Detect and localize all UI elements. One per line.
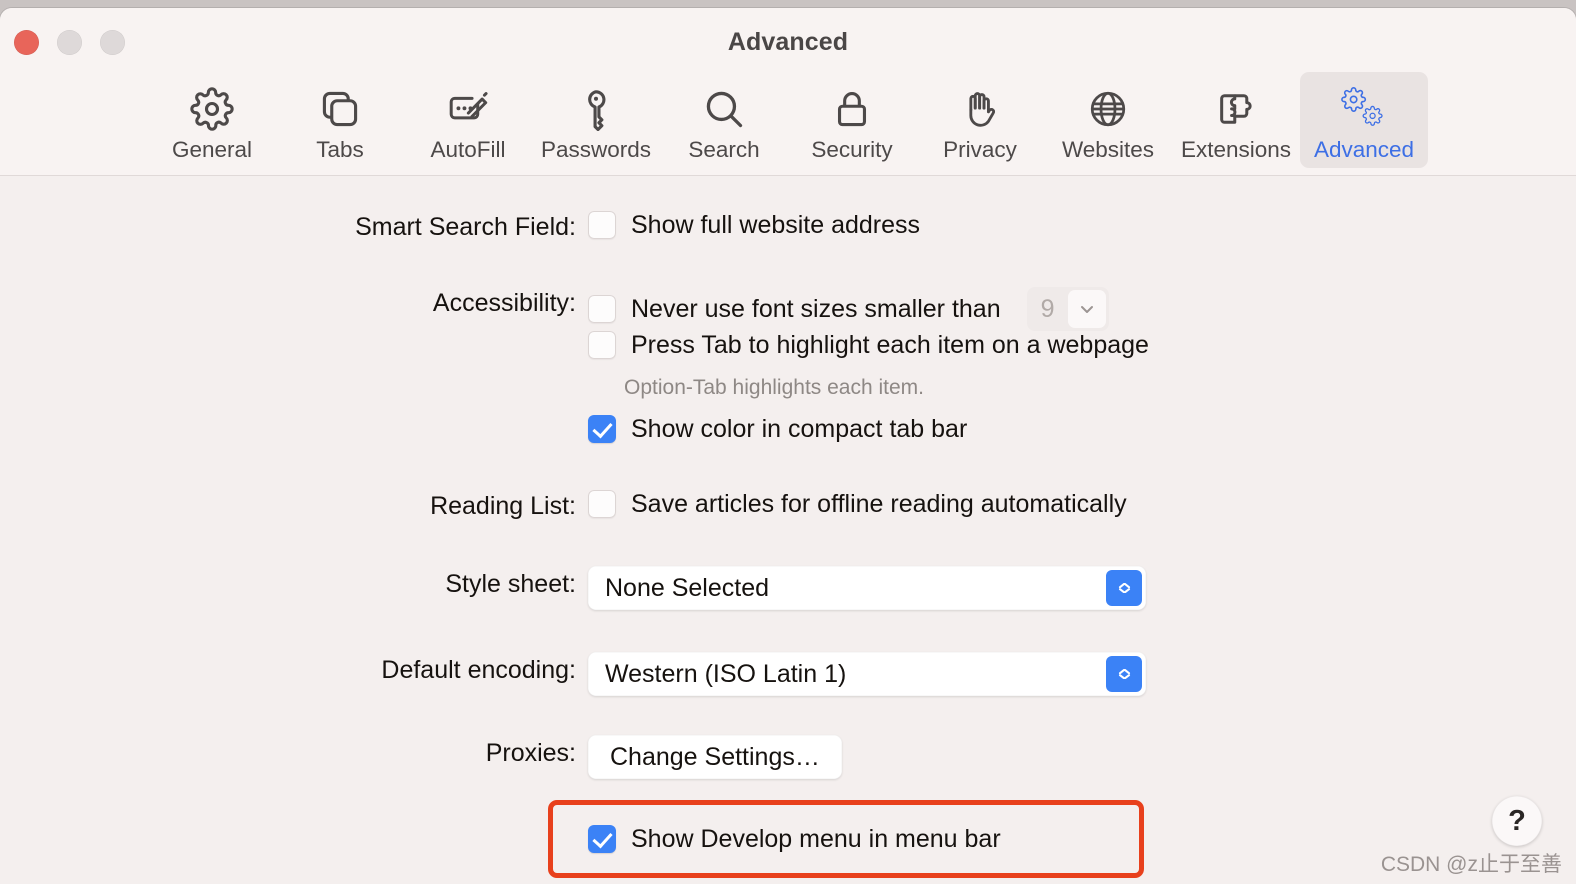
toolbar-item-label: AutoFill (430, 137, 506, 162)
globe-icon (1086, 84, 1130, 134)
toolbar-item-label: Websites (1061, 137, 1155, 162)
smart-search-field-label: Smart Search Field: (355, 213, 576, 241)
advanced-settings-pane: Smart Search Field: Show full website ad… (0, 176, 1576, 884)
never-use-font-sizes-label: Never use font sizes smaller than (631, 295, 1001, 323)
reading-list-label: Reading List: (430, 492, 576, 520)
puzzle-icon (1213, 84, 1259, 134)
press-tab-row: Press Tab to highlight each item on a we… (588, 331, 1149, 359)
save-articles-offline-label: Save articles for offline reading automa… (631, 490, 1127, 518)
toolbar-item-label: Advanced (1313, 137, 1415, 162)
press-tab-highlight-label: Press Tab to highlight each item on a we… (631, 331, 1149, 359)
toolbar-item-label: Security (811, 137, 893, 162)
key-icon (574, 84, 618, 134)
toolbar-item-label: Tabs (316, 137, 364, 162)
toolbar-item-tabs[interactable]: Tabs (276, 72, 404, 168)
toolbar-item-label: General (171, 137, 253, 162)
font-size-row: Never use font sizes smaller than 9 (588, 287, 1109, 331)
develop-menu-row: Show Develop menu in menu bar (588, 825, 1001, 853)
show-develop-menu-checkbox[interactable] (588, 825, 616, 853)
style-sheet-label: Style sheet: (445, 570, 576, 598)
toolbar-item-extensions[interactable]: Extensions (1172, 72, 1300, 168)
change-settings-button[interactable]: Change Settings… (588, 735, 842, 779)
lock-icon (830, 84, 874, 134)
font-size-stepper[interactable]: 9 (1026, 287, 1109, 331)
double-gear-icon (1338, 84, 1390, 134)
proxies-label: Proxies: (485, 739, 576, 767)
toolbar-item-advanced[interactable]: Advanced (1300, 72, 1428, 168)
watermark: CSDN @z止于至善 (1380, 853, 1562, 876)
accessibility-label: Accessibility: (432, 289, 576, 317)
toolbar-item-label: Search (688, 137, 760, 162)
toolbar-item-label: Passwords (540, 137, 652, 162)
reading-list-row: Save articles for offline reading automa… (588, 490, 1127, 518)
show-develop-menu-label: Show Develop menu in menu bar (631, 825, 1001, 853)
option-tab-hint: Option-Tab highlights each item. (624, 376, 924, 399)
default-encoding-value: Western (ISO Latin 1) (605, 659, 847, 688)
show-color-compact-tab-label: Show color in compact tab bar (631, 415, 968, 443)
tabs-icon (318, 84, 362, 134)
toolbar-item-privacy[interactable]: Privacy (916, 72, 1044, 168)
toolbar-item-general[interactable]: General (148, 72, 276, 168)
show-color-compact-tab-checkbox[interactable] (588, 415, 616, 443)
help-button[interactable]: ? (1492, 796, 1542, 846)
toolbar-item-search[interactable]: Search (660, 72, 788, 168)
style-sheet-value: None Selected (605, 573, 770, 602)
chevron-down-icon[interactable] (1067, 290, 1106, 328)
toolbar-item-label: Extensions (1180, 137, 1292, 162)
preferences-window: Advanced General Tabs AutoFill Passwords… (0, 8, 1576, 884)
autofill-icon (445, 84, 491, 134)
default-encoding-label: Default encoding: (381, 656, 576, 684)
smart-search-field-row: Show full website address (588, 211, 920, 239)
preferences-toolbar: General Tabs AutoFill Passwords Search S… (0, 72, 1576, 176)
toolbar-item-security[interactable]: Security (788, 72, 916, 168)
toolbar-item-label: Privacy (943, 137, 1017, 162)
toolbar-item-autofill[interactable]: AutoFill (404, 72, 532, 168)
never-use-font-sizes-checkbox[interactable] (588, 295, 616, 323)
compact-tab-bar-row: Show color in compact tab bar (588, 415, 967, 443)
toolbar-item-passwords[interactable]: Passwords (532, 72, 660, 168)
magnifier-icon (702, 84, 746, 134)
press-tab-highlight-checkbox[interactable] (588, 331, 616, 359)
show-full-website-address-label: Show full website address (631, 211, 921, 239)
toolbar-item-websites[interactable]: Websites (1044, 72, 1172, 168)
save-articles-offline-checkbox[interactable] (588, 490, 616, 518)
updown-chevrons-icon (1106, 570, 1142, 606)
gear-icon (190, 84, 234, 134)
title-bar: Advanced (0, 8, 1576, 72)
updown-chevrons-icon (1106, 656, 1142, 692)
hand-icon (958, 84, 1002, 134)
font-size-value: 9 (1040, 294, 1055, 323)
show-full-website-address-checkbox[interactable] (588, 211, 616, 239)
style-sheet-popup-button[interactable]: None Selected (588, 566, 1146, 610)
window-title: Advanced (727, 28, 849, 56)
default-encoding-popup-button[interactable]: Western (ISO Latin 1) (588, 652, 1146, 696)
